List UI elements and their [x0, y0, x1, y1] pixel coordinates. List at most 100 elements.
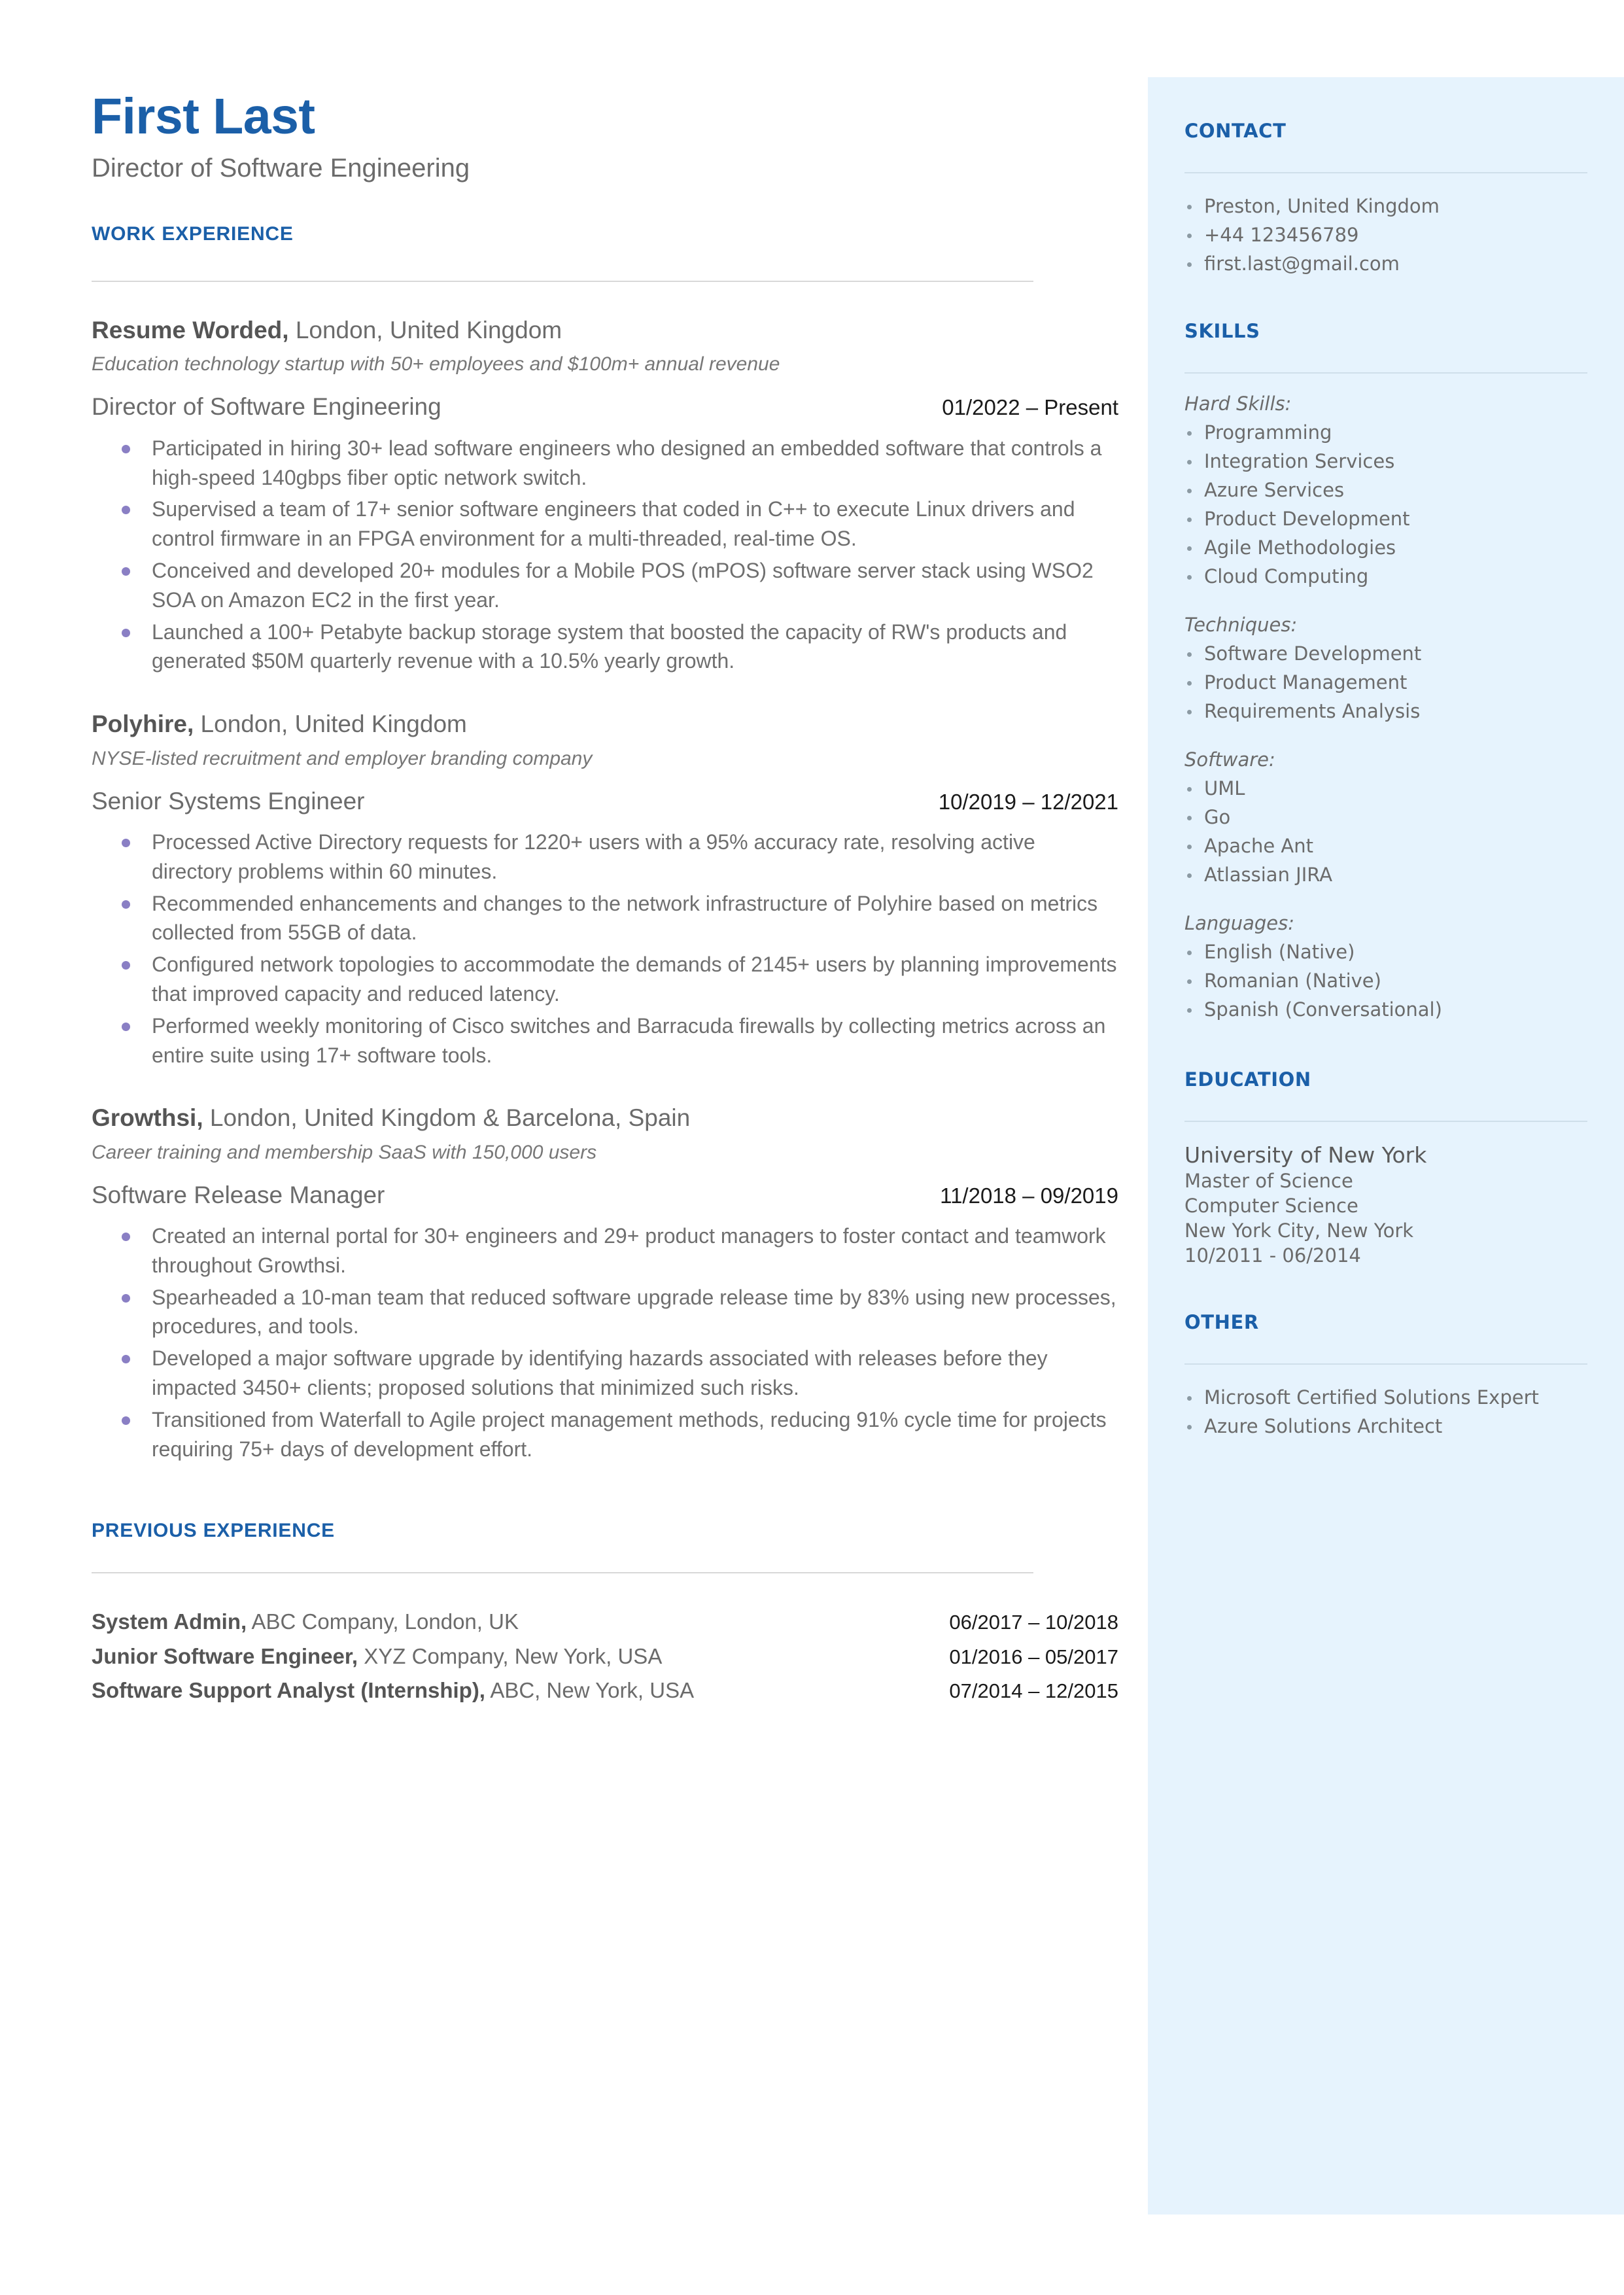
skill-item-text: Atlassian JIRA: [1204, 864, 1333, 886]
skill-item: UML: [1184, 774, 1587, 803]
bullet-dot-icon: [1187, 546, 1192, 552]
bullet-dot-icon: [1187, 1396, 1192, 1401]
bullet-dot-icon: [122, 1355, 130, 1364]
job-role: Senior Systems Engineer: [92, 787, 365, 815]
bullet-dot-icon: [1187, 575, 1192, 580]
contact-item-text: first.last@gmail.com: [1204, 253, 1400, 275]
job-entry: Polyhire, London, United Kingdom NYSE-lis…: [92, 710, 1118, 1070]
bullet-dot-icon: [1187, 1425, 1192, 1430]
bullet-dot-icon: [1187, 816, 1192, 821]
skill-item-text: Azure Services: [1204, 479, 1345, 502]
bullet-dot-icon: [1187, 873, 1192, 879]
job-role-row: Director of Software Engineering 01/2022 …: [92, 393, 1118, 421]
skill-item: Integration Services: [1184, 447, 1587, 476]
previous-experience-dates: 07/2014 – 12/2015: [949, 1679, 1118, 1702]
sidebar-divider: [1184, 372, 1587, 374]
previous-experience-role: Junior Software Engineer,: [92, 1643, 358, 1668]
contact-list: Preston, United Kingdom +44 123456789 firs…: [1184, 192, 1587, 278]
job-bullet-text: Configured network topologies to accommo…: [152, 953, 1117, 1006]
bullet-dot-icon: [122, 838, 130, 847]
previous-experience-label: Software Support Analyst (Internship), A…: [92, 1673, 694, 1708]
job-bullet-text: Created an internal portal for 30+ engin…: [152, 1224, 1106, 1277]
skill-item-text: Product Management: [1204, 671, 1408, 694]
skill-item-text: Apache Ant: [1204, 835, 1313, 858]
skill-group-label: Hard Skills:: [1184, 393, 1292, 415]
contact-item: first.last@gmail.com: [1184, 249, 1587, 278]
previous-experience-role: System Admin,: [92, 1609, 247, 1634]
skill-group: Techniques: Software Development Product M…: [1184, 613, 1587, 726]
job-company: Resume Worded, London, United Kingdom: [92, 316, 1118, 345]
job-bullet-text: Spearheaded a 10-man team that reduced s…: [152, 1285, 1116, 1339]
skills-heading: SKILLS: [1184, 320, 1260, 343]
other-item-text: Microsoft Certified Solutions Expert: [1204, 1386, 1539, 1409]
contact-item-text: +44 123456789: [1204, 224, 1359, 247]
contact-item-text: Preston, United Kingdom: [1204, 195, 1440, 217]
job-role: Software Release Manager: [92, 1181, 385, 1208]
job-company-name: Polyhire,: [92, 710, 194, 738]
skill-group-label: Techniques:: [1184, 614, 1298, 637]
job-bullet-text: Developed a major software upgrade by id…: [152, 1346, 1048, 1400]
bullet-dot-icon: [122, 444, 130, 453]
bullet-dot-icon: [1187, 652, 1192, 657]
education-degree: Master of Science: [1184, 1170, 1353, 1193]
bullet-dot-icon: [1187, 205, 1192, 209]
bullet-dot-icon: [122, 506, 130, 515]
skill-item: Spanish (Conversational): [1184, 995, 1587, 1024]
sidebar-divider: [1184, 1121, 1587, 1123]
bullet-dot-icon: [1187, 489, 1192, 494]
job-bullet-text: Transitioned from Waterfall to Agile pro…: [152, 1407, 1107, 1461]
skill-item-text: English (Native): [1204, 941, 1355, 963]
bullet-dot-icon: [122, 567, 130, 576]
job-bullet: Conceived and developed 20+ modules for …: [92, 556, 1118, 615]
skill-item: Apache Ant: [1184, 832, 1587, 860]
sidebar-divider: [1184, 1363, 1587, 1365]
job-bullet: Transitioned from Waterfall to Agile pro…: [92, 1405, 1118, 1464]
job-bullet: Launched a 100+ Petabyte backup storage …: [92, 618, 1118, 676]
other-item: Microsoft Certified Solutions Expert: [1184, 1383, 1587, 1412]
job-bullet: Recommended enhancements and changes to …: [92, 889, 1118, 948]
job-location: London, United Kingdom: [194, 710, 467, 738]
previous-experience-detail: ABC Company, London, UK: [247, 1609, 519, 1634]
education-heading: EDUCATION: [1184, 1068, 1311, 1091]
education-entry: University of New York Master of Science…: [1184, 1142, 1587, 1268]
job-location: London, United Kingdom & Barcelona, Spai…: [203, 1104, 691, 1132]
job-role: Director of Software Engineering: [92, 393, 441, 421]
job-bullet: Created an internal portal for 30+ engin…: [92, 1221, 1118, 1280]
job-bullet-list: Participated in hiring 30+ lead software…: [92, 434, 1118, 676]
skill-list: Programming Integration Services Azure Ser…: [1184, 418, 1587, 591]
bullet-dot-icon: [1187, 787, 1192, 792]
skill-group: Languages: English (Native) Romanian (Nati…: [1184, 911, 1587, 1024]
skill-group: Hard Skills: Programming Integration Servi…: [1184, 392, 1587, 591]
job-bullet: Spearheaded a 10-man team that reduced s…: [92, 1283, 1118, 1342]
contact-item: Preston, United Kingdom: [1184, 192, 1587, 220]
bullet-dot-icon: [1187, 430, 1192, 436]
bullet-dot-icon: [1187, 681, 1192, 686]
contact-item: +44 123456789: [1184, 220, 1587, 249]
job-company: Growthsi, London, United Kingdom & Barce…: [92, 1104, 1118, 1132]
bullet-dot-icon: [1187, 845, 1192, 850]
previous-experience-row: Junior Software Engineer, XYZ Company, N…: [92, 1639, 1118, 1673]
skill-item: Cloud Computing: [1184, 562, 1587, 591]
job-location: London, United Kingdom: [288, 317, 562, 343]
job-entry: Growthsi, London, United Kingdom & Barce…: [92, 1104, 1118, 1463]
job-dates: 01/2022 – Present: [942, 395, 1118, 420]
bullet-dot-icon: [1187, 979, 1192, 985]
skill-item-text: Programming: [1204, 421, 1332, 444]
bullet-dot-icon: [1187, 710, 1192, 715]
skill-item: Requirements Analysis: [1184, 697, 1587, 726]
bullet-dot-icon: [122, 628, 130, 637]
sidebar-divider: [1184, 172, 1587, 173]
skill-item: Agile Methodologies: [1184, 533, 1587, 562]
skill-item-text: Cloud Computing: [1204, 565, 1369, 588]
job-company-name: Growthsi,: [92, 1104, 203, 1132]
resume-sidebar: CONTACT Preston, United Kingdom +44 12345…: [1148, 77, 1624, 2215]
job-bullet: Developed a major software upgrade by id…: [92, 1344, 1118, 1403]
work-experience-list: Resume Worded, London, United Kingdom Edu…: [92, 316, 1118, 1463]
skill-item-text: Software Development: [1204, 642, 1422, 665]
previous-experience-list: System Admin, ABC Company, London, UK 06/…: [92, 1605, 1118, 1707]
bullet-dot-icon: [1187, 951, 1192, 955]
candidate-job-title: Director of Software Engineering: [92, 154, 470, 183]
skill-group: Software: UML Go Apache Ant Atlassian JIRA: [1184, 748, 1587, 889]
skill-item-text: Romanian (Native): [1204, 970, 1381, 992]
candidate-name: First Last: [92, 88, 315, 145]
